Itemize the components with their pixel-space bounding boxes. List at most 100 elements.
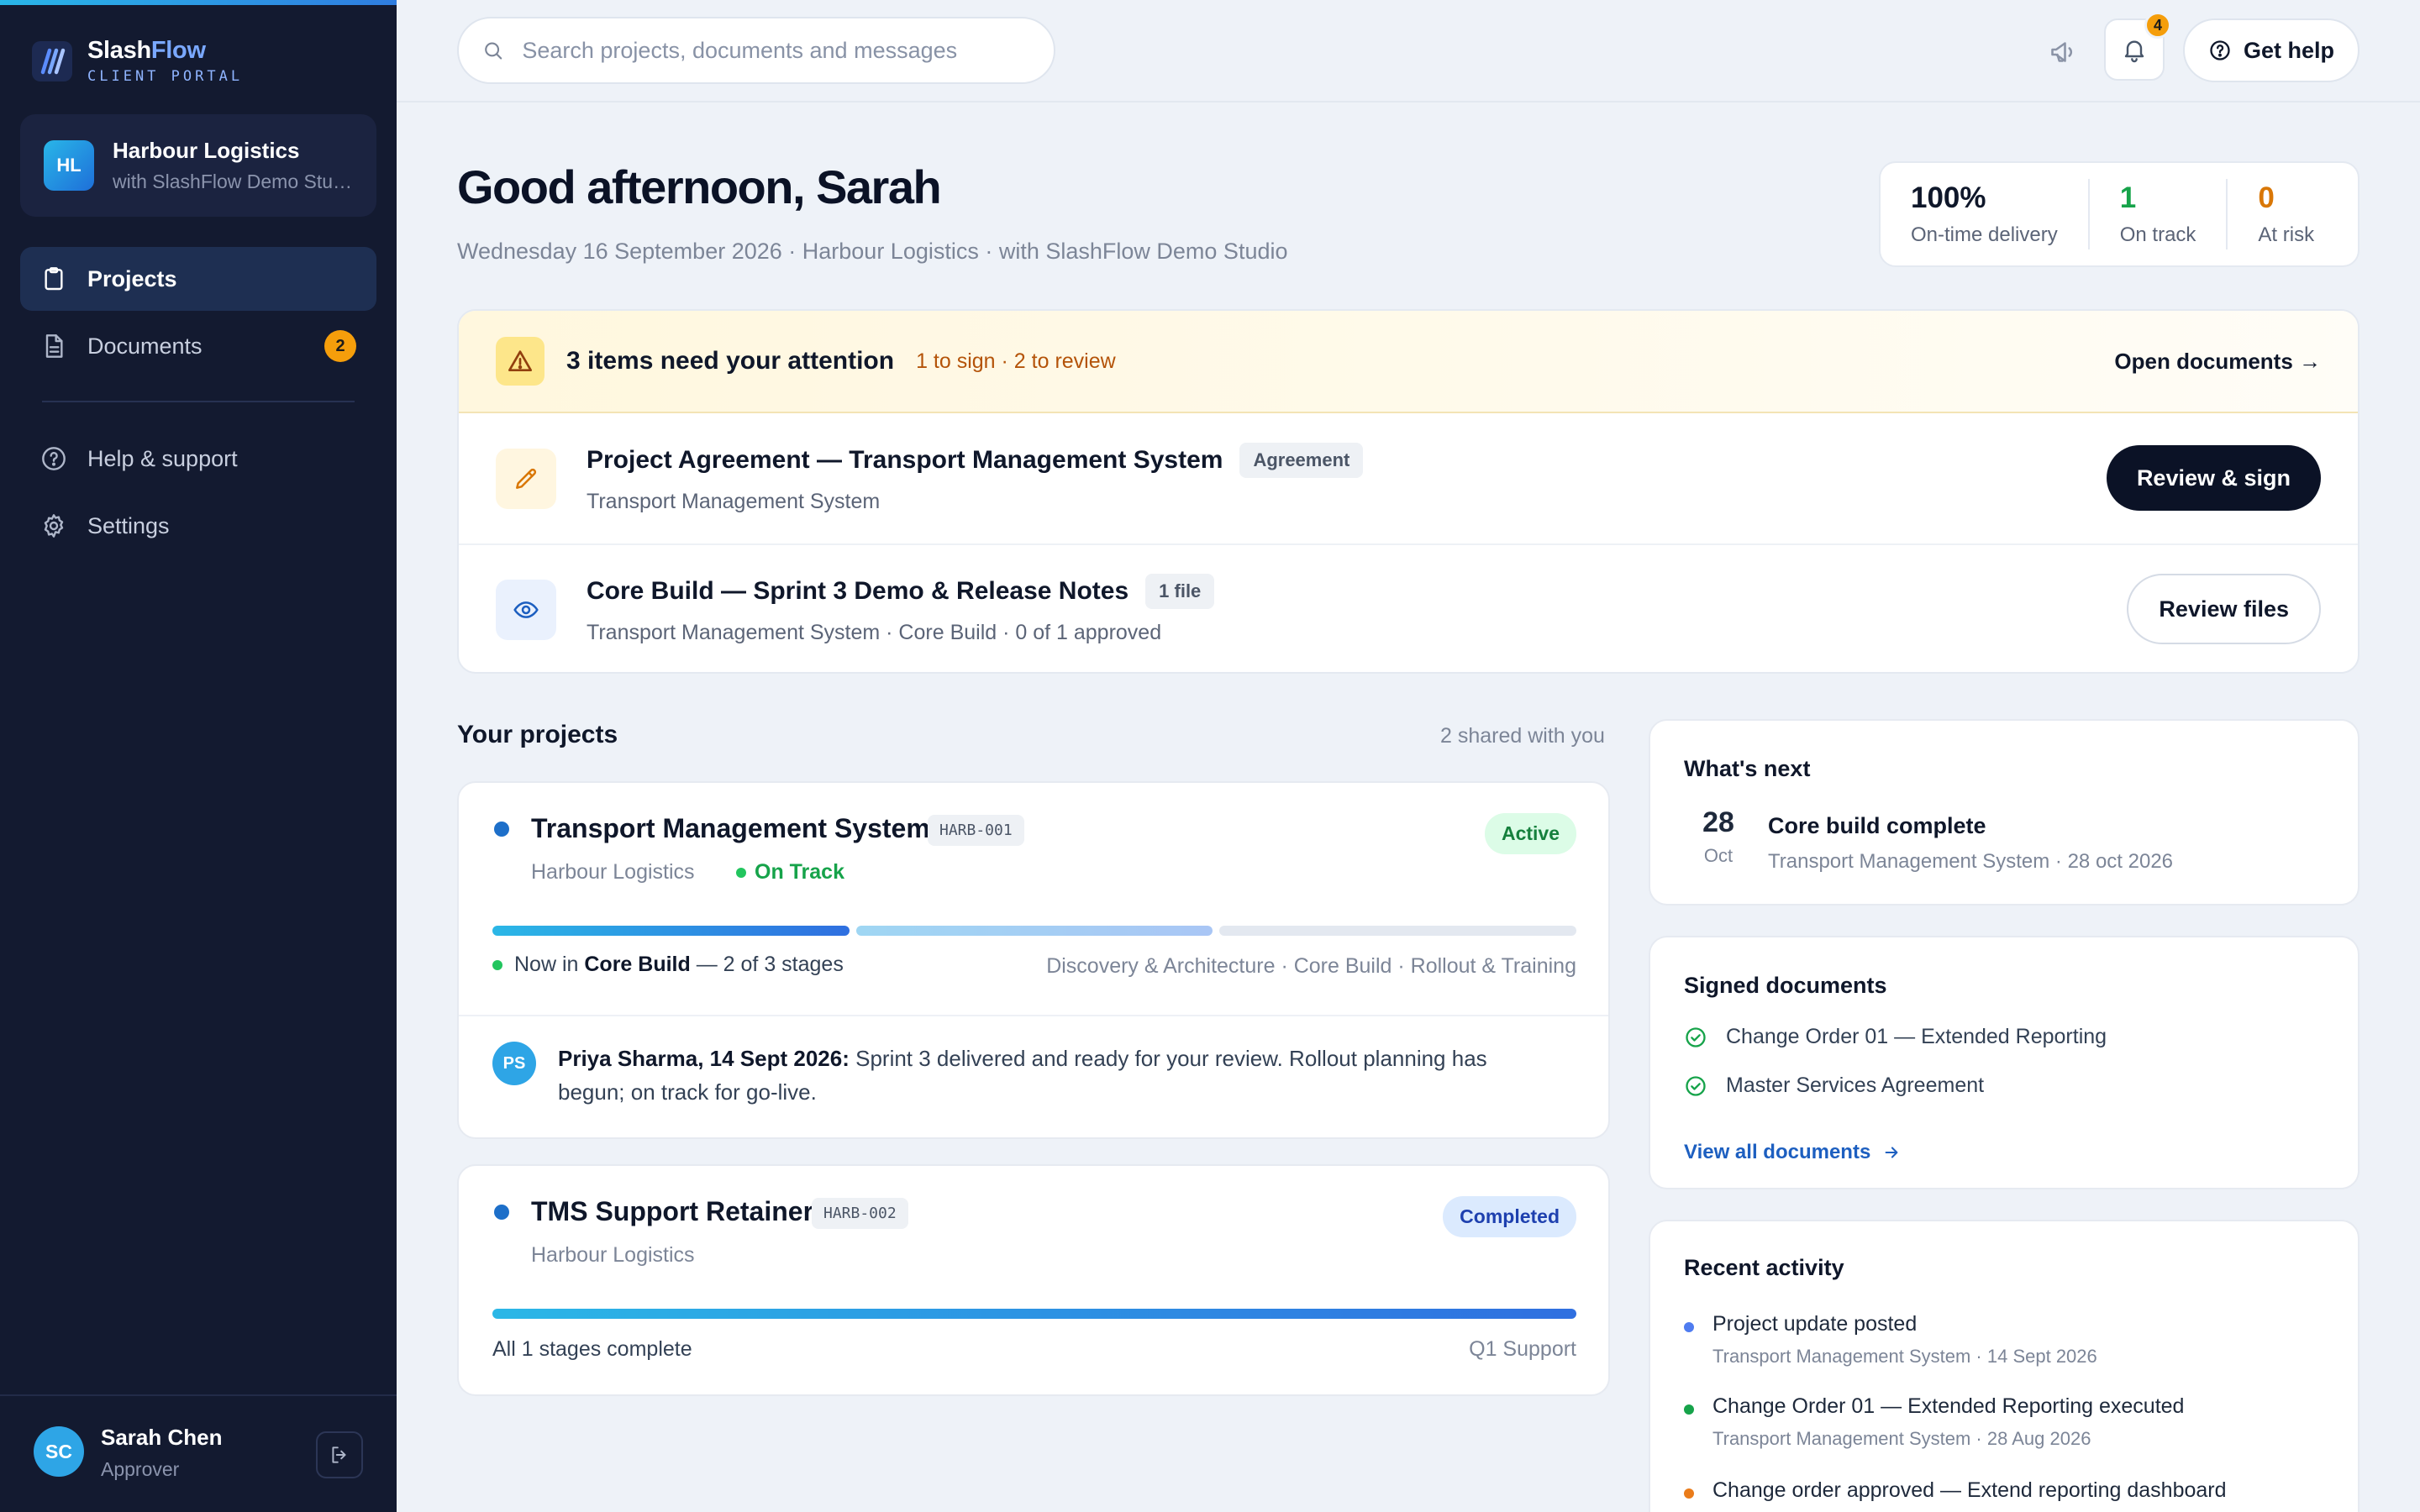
activity-title: Project update posted: [1712, 1312, 1918, 1336]
check-circle-icon: [1686, 1075, 1706, 1096]
attention-item: Project Agreement — Transport Management…: [459, 413, 2358, 543]
attention-item-title[interactable]: Core Build — Sprint 3 Demo & Release Not…: [587, 577, 1128, 606]
view-all-documents-link[interactable]: View all documents: [1684, 1141, 1901, 1164]
gear-icon: [44, 514, 64, 538]
nav-item-settings[interactable]: Settings: [20, 494, 376, 558]
org-avatar: HL: [44, 140, 94, 191]
latest-update: Priya Sharma, 14 Sept 2026: Sprint 3 del…: [558, 1046, 1487, 1105]
stage-segment: [855, 926, 1213, 936]
event-day: 28: [1702, 806, 1734, 838]
notifications-button[interactable]: 4: [2104, 12, 2171, 81]
kpi-value: 0: [2258, 181, 2275, 214]
brand[interactable]: SlashFlow CLIENT PORTAL: [32, 37, 243, 85]
search-input[interactable]: [522, 37, 1030, 64]
stage-status-dot: [492, 959, 502, 970]
whats-next-card: What's next 28 Oct Core build complete T…: [1649, 719, 2360, 906]
attention-title: 3 items need your attention: [566, 347, 895, 375]
org-subtitle: with SlashFlow Demo Studio: [113, 171, 356, 192]
recent-activity-card: Recent activity Project update posted Tr…: [1649, 1220, 2360, 1512]
signed-document-name: Master Services Agreement: [1726, 1074, 1985, 1097]
event-title[interactable]: Core build complete: [1768, 813, 1986, 839]
project-code-chip: HARB-002: [812, 1198, 908, 1229]
project-color-dot: [494, 822, 509, 837]
documents-count-badge: 2: [324, 330, 356, 362]
review-and-sign-button[interactable]: Review & sign: [2106, 445, 2321, 511]
event-subtitle: Transport Management System · 28 oct 202…: [1768, 850, 2174, 873]
attention-item-title[interactable]: Project Agreement — Transport Management…: [587, 446, 1223, 475]
pencil-icon: [496, 448, 556, 509]
nav-item-documents[interactable]: Documents 2: [20, 314, 376, 378]
card-title: Recent activity: [1684, 1255, 1844, 1280]
progress-summary: All 1 stages complete: [492, 1337, 692, 1361]
slashflow-logo-icon: [32, 40, 72, 81]
status-badge: Active: [1484, 813, 1576, 854]
nav-label-help: Help & support: [87, 445, 238, 471]
kpi-label: At risk: [2258, 223, 2315, 246]
signed-document-item[interactable]: Master Services Agreement: [1684, 1074, 1984, 1098]
logout-button[interactable]: [316, 1431, 363, 1478]
get-help-label: Get help: [2243, 37, 2334, 63]
kpi-at-risk: 0 At risk: [2226, 179, 2344, 249]
project-name[interactable]: TMS Support Retainer: [531, 1196, 813, 1227]
projects-count: 2 shared with you: [1440, 724, 1605, 748]
nav-item-projects[interactable]: Projects: [20, 247, 376, 311]
health-status: On Track: [736, 860, 844, 885]
document-type-chip: Agreement: [1239, 443, 1364, 478]
current-user: SC Sarah Chen Approver: [0, 1394, 397, 1512]
activity-subtitle: Transport Management System · 14 Sept 20…: [1712, 1346, 2097, 1367]
document-icon: [45, 334, 63, 358]
search-bar[interactable]: [457, 17, 1055, 84]
attention-item-subtitle: Transport Management System · Core Build…: [587, 621, 1162, 644]
stage-segment: [492, 1309, 1576, 1319]
kpi-label: On track: [2119, 223, 2196, 246]
project-card[interactable]: Transport Management System HARB-001 Act…: [457, 781, 1610, 1139]
nav-label-documents: Documents: [87, 333, 203, 359]
stage-list: Q1 Support: [1469, 1337, 1576, 1361]
project-name[interactable]: Transport Management System: [531, 813, 930, 844]
eye-icon: [496, 579, 556, 640]
open-documents-link[interactable]: Open documents →: [2114, 349, 2321, 375]
help-circle-icon: [2210, 40, 2230, 60]
user-name: Sarah Chen: [101, 1425, 223, 1450]
signed-document-item[interactable]: Change Order 01 — Extended Reporting: [1684, 1025, 2107, 1049]
attention-header: 3 items need your attention 1 to sign · …: [459, 311, 2358, 413]
attention-summary: 1 to sign · 2 to review: [916, 349, 1116, 373]
topbar: 4 Get help: [397, 0, 2420, 102]
sidebar-accent-line: [0, 0, 397, 5]
logout-icon: [332, 1446, 346, 1463]
divider: [459, 1015, 1608, 1016]
file-count-chip: 1 file: [1145, 574, 1215, 609]
avatar: PS: [492, 1042, 536, 1085]
kpi-value: 100%: [1911, 181, 1986, 214]
help-circle-icon: [42, 447, 66, 470]
notification-count-badge: 4: [2144, 12, 2171, 39]
project-card[interactable]: TMS Support Retainer HARB-002 Completed …: [457, 1164, 1610, 1396]
attention-item: Core Build — Sprint 3 Demo & Release Not…: [459, 543, 2358, 672]
brand-name: SlashFlow: [87, 37, 206, 64]
kpi-summary: 100% On-time delivery 1 On track 0 At ri…: [1879, 161, 2360, 267]
card-title: What's next: [1684, 756, 1811, 781]
nav-label-settings: Settings: [87, 512, 170, 538]
primary-nav: Projects Documents 2: [20, 247, 376, 378]
sidebar: SlashFlow CLIENT PORTAL HL Harbour Logis…: [0, 0, 397, 1512]
status-badge: Completed: [1443, 1196, 1576, 1237]
project-client: Harbour Logistics: [531, 860, 695, 884]
warning-icon: [496, 337, 544, 386]
card-title: Signed documents: [1684, 973, 1887, 998]
projects-heading: Your projects: [457, 721, 618, 748]
kpi-label: On-time delivery: [1911, 223, 2058, 246]
activity-subtitle: Transport Management System · 28 Aug 202…: [1712, 1428, 2091, 1449]
org-switcher[interactable]: HL Harbour Logistics with SlashFlow Demo…: [20, 114, 376, 217]
activity-title: Change order approved — Extend reporting…: [1712, 1478, 2227, 1502]
activity-dot: [1684, 1488, 1694, 1499]
nav-item-help[interactable]: Help & support: [20, 427, 376, 491]
brand-subtitle: CLIENT PORTAL: [87, 68, 244, 85]
get-help-button[interactable]: Get help: [2183, 18, 2360, 82]
stage-segment: [1219, 926, 1576, 936]
review-files-button[interactable]: Review files: [2127, 574, 2321, 644]
page-subtitle: Wednesday 16 September 2026 · Harbour Lo…: [457, 239, 1288, 264]
kpi-on-time: 100% On-time delivery: [1881, 179, 2088, 249]
project-color-dot: [494, 1205, 509, 1220]
megaphone-icon[interactable]: [2044, 32, 2084, 72]
search-icon: [485, 42, 502, 60]
